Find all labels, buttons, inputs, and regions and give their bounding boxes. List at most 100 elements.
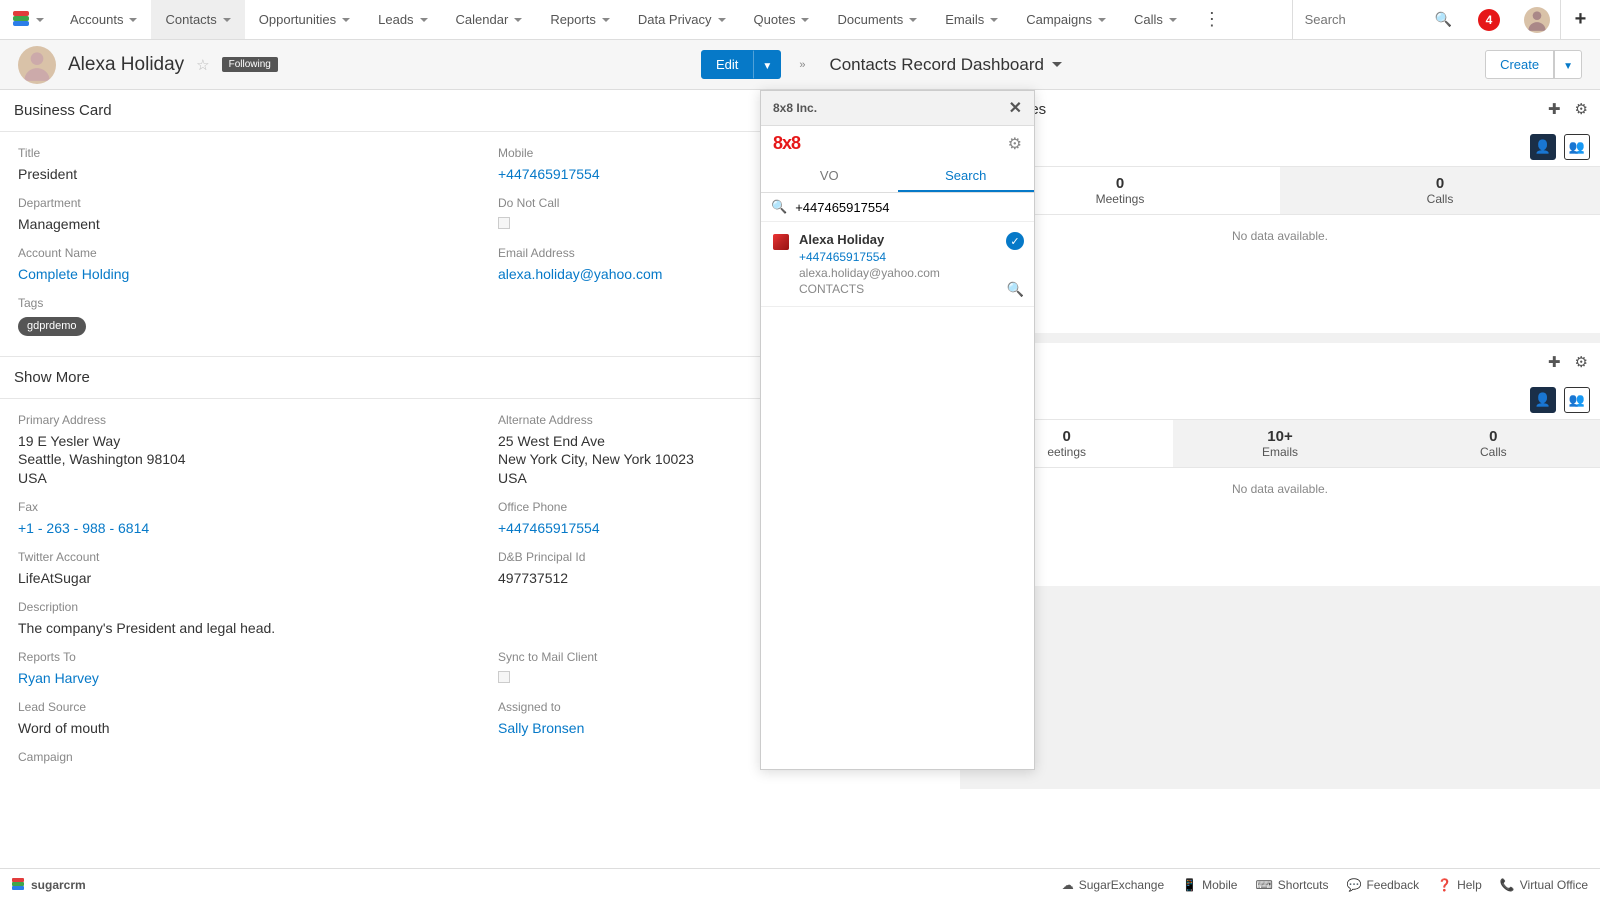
close-icon[interactable]: ✕ bbox=[1009, 98, 1022, 118]
department-value: Management bbox=[18, 215, 462, 234]
tab-vo[interactable]: VO bbox=[761, 161, 898, 192]
record-header: Alexa Holiday ☆ Following Edit ▼ » Conta… bbox=[0, 40, 1600, 90]
twitter-value: LifeAtSugar bbox=[18, 569, 462, 588]
stats-row: 0Meetings 0Calls bbox=[960, 166, 1600, 215]
nav-opportunities[interactable]: Opportunities bbox=[245, 0, 364, 39]
caret-down-icon bbox=[1169, 18, 1177, 22]
following-badge[interactable]: Following bbox=[222, 57, 278, 72]
dashboard-title[interactable]: Contacts Record Dashboard bbox=[829, 55, 1062, 75]
account-name-label: Account Name bbox=[18, 246, 462, 260]
dashboard-panel: xxActivities ✚⚙ Future 👤 👥 0Meetings 0Ca… bbox=[960, 90, 1600, 789]
chevron-right-icon[interactable]: » bbox=[793, 59, 811, 71]
record-name: Alexa Holiday bbox=[68, 54, 184, 76]
notification-badge[interactable]: 4 bbox=[1478, 9, 1500, 31]
stat-emails[interactable]: 10+Emails bbox=[1173, 420, 1386, 467]
footer-mobile[interactable]: 📱Mobile bbox=[1182, 878, 1237, 892]
caret-down-icon bbox=[909, 18, 917, 22]
logo-icon bbox=[12, 11, 30, 29]
nav-documents[interactable]: Documents bbox=[823, 0, 931, 39]
no-data-message: No data available. bbox=[960, 215, 1600, 333]
result-name: Alexa Holiday bbox=[799, 232, 1022, 247]
account-name-value[interactable]: Complete Holding bbox=[18, 265, 462, 284]
create-button[interactable]: Create bbox=[1485, 50, 1554, 79]
edit-dropdown[interactable]: ▼ bbox=[753, 50, 781, 79]
addr-line: 19 E Yesler Way bbox=[18, 432, 462, 451]
magnify-icon[interactable]: 🔍 bbox=[1007, 281, 1024, 298]
gear-icon[interactable]: ⚙ bbox=[1575, 100, 1588, 118]
primary-address-value: 19 E Yesler Way Seattle, Washington 9810… bbox=[18, 432, 462, 489]
nav-reports[interactable]: Reports bbox=[536, 0, 624, 39]
8x8-panel: 8x8 Inc. ✕ 8x8 ⚙ VO Search 🔍 Alexa Holid… bbox=[760, 90, 1035, 770]
edit-button-group: Edit ▼ bbox=[701, 50, 781, 79]
user-filter-icon[interactable]: 👤 bbox=[1530, 134, 1556, 160]
caret-down-icon bbox=[129, 18, 137, 22]
result-phone[interactable]: +447465917554 bbox=[799, 250, 1022, 264]
gear-icon[interactable]: ⚙ bbox=[1575, 353, 1588, 371]
create-dropdown[interactable]: ▼ bbox=[1554, 50, 1582, 79]
caret-down-icon bbox=[420, 18, 428, 22]
keyboard-icon: ⌨ bbox=[1255, 878, 1272, 892]
user-avatar[interactable] bbox=[1524, 7, 1550, 33]
footer-help[interactable]: ❓Help bbox=[1437, 878, 1482, 892]
search-input[interactable] bbox=[1293, 12, 1423, 27]
stats-row: 0eetings 10+Emails 0Calls bbox=[960, 419, 1600, 468]
reports-to-label: Reports To bbox=[18, 650, 462, 664]
reports-to-value[interactable]: Ryan Harvey bbox=[18, 669, 462, 688]
stat-calls[interactable]: 0Calls bbox=[1280, 167, 1600, 214]
plus-icon[interactable]: ✚ bbox=[1548, 100, 1561, 118]
fax-value[interactable]: +1 - 263 - 988 - 6814 bbox=[18, 519, 462, 538]
create-button-group: Create ▼ bbox=[1485, 50, 1582, 79]
nav-emails[interactable]: Emails bbox=[931, 0, 1012, 39]
do-not-call-checkbox[interactable] bbox=[498, 217, 510, 229]
nav-label: Leads bbox=[378, 12, 413, 27]
global-search: 🔍 bbox=[1292, 0, 1464, 39]
footer-shortcuts[interactable]: ⌨Shortcuts bbox=[1255, 878, 1328, 892]
footer-feedback[interactable]: 💬Feedback bbox=[1346, 878, 1419, 892]
nav-quotes[interactable]: Quotes bbox=[740, 0, 824, 39]
caret-down-icon bbox=[223, 18, 231, 22]
caret-down-icon bbox=[342, 18, 350, 22]
nav-label: Calendar bbox=[456, 12, 509, 27]
nav-calendar[interactable]: Calendar bbox=[442, 0, 537, 39]
tab-search[interactable]: Search bbox=[898, 161, 1035, 192]
title-label: Title bbox=[18, 146, 462, 160]
stat-calls[interactable]: 0Calls bbox=[1387, 420, 1600, 467]
nav-label: Accounts bbox=[70, 12, 123, 27]
result-source: CONTACTS bbox=[799, 282, 1022, 296]
top-nav: Accounts Contacts Opportunities Leads Ca… bbox=[0, 0, 1600, 40]
group-filter-icon[interactable]: 👥 bbox=[1564, 387, 1590, 413]
app-menu[interactable] bbox=[0, 0, 56, 39]
addr-line: USA bbox=[18, 469, 462, 488]
nav-leads[interactable]: Leads bbox=[364, 0, 441, 39]
lead-source-value: Word of mouth bbox=[18, 719, 462, 738]
fax-label: Fax bbox=[18, 500, 462, 514]
search-icon: 🔍 bbox=[771, 199, 787, 215]
nav-label: Contacts bbox=[165, 12, 216, 27]
nav-calls[interactable]: Calls bbox=[1120, 0, 1191, 39]
sync-mail-checkbox[interactable] bbox=[498, 671, 510, 683]
user-filter-icon[interactable]: 👤 bbox=[1530, 387, 1556, 413]
search-result[interactable]: Alexa Holiday +447465917554 alexa.holida… bbox=[761, 222, 1034, 307]
footer-logo[interactable]: sugarcrm bbox=[12, 878, 86, 892]
footer-sugarexchange[interactable]: ☁SugarExchange bbox=[1062, 878, 1164, 892]
8x8-search-input[interactable] bbox=[795, 200, 1024, 215]
plus-icon[interactable]: ✚ bbox=[1548, 353, 1561, 371]
group-filter-icon[interactable]: 👥 bbox=[1564, 134, 1590, 160]
quick-create-button[interactable]: + bbox=[1560, 0, 1600, 39]
nav-contacts[interactable]: Contacts bbox=[151, 0, 244, 39]
caret-down-icon bbox=[990, 18, 998, 22]
gear-icon[interactable]: ⚙ bbox=[1008, 134, 1022, 154]
nav-more-icon[interactable]: ⋮ bbox=[1191, 9, 1233, 30]
edit-button[interactable]: Edit bbox=[701, 50, 753, 79]
nav-accounts[interactable]: Accounts bbox=[56, 0, 151, 39]
footer-virtual-office[interactable]: 📞Virtual Office bbox=[1500, 878, 1588, 892]
nav-campaigns[interactable]: Campaigns bbox=[1012, 0, 1120, 39]
nav-label: Data Privacy bbox=[638, 12, 712, 27]
history-dashlet: ✚⚙ ys 👤 👥 0eetings 10+Emails 0Calls No d… bbox=[960, 343, 1600, 586]
search-icon[interactable]: 🔍 bbox=[1423, 11, 1464, 28]
check-icon: ✓ bbox=[1006, 232, 1024, 250]
favorite-star-icon[interactable]: ☆ bbox=[196, 56, 209, 74]
tag-chip[interactable]: gdprdemo bbox=[18, 317, 86, 336]
logo-icon bbox=[12, 878, 26, 892]
nav-data-privacy[interactable]: Data Privacy bbox=[624, 0, 740, 39]
